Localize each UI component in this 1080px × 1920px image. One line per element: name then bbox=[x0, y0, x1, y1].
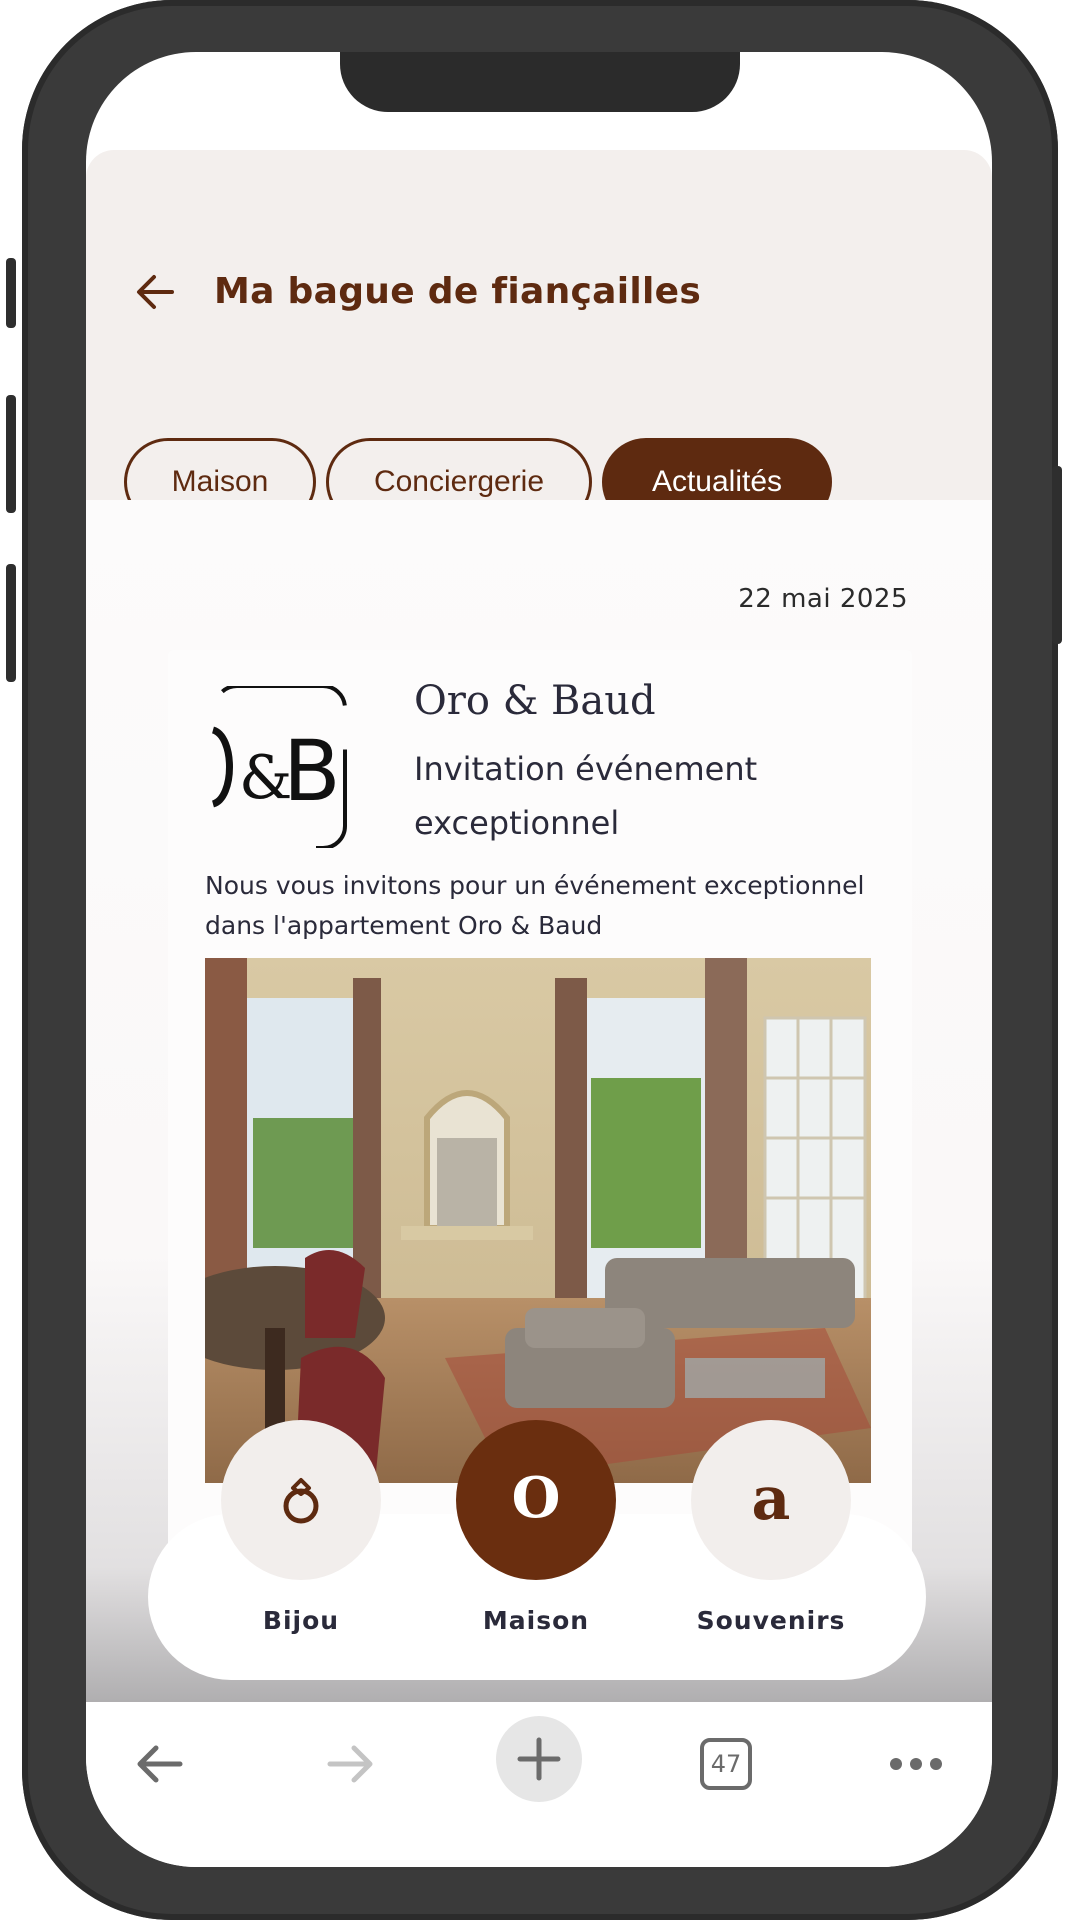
svg-text:O: O bbox=[512, 1465, 561, 1531]
nav-bijou[interactable]: Bijou bbox=[221, 1420, 381, 1635]
post-subtitle: Invitation événement exceptionnel bbox=[414, 750, 758, 842]
post-date: 22 mai 2025 bbox=[738, 584, 908, 614]
volume-down-button bbox=[6, 564, 16, 682]
volume-up-button bbox=[6, 395, 16, 513]
browser-toolbar: 47 bbox=[86, 1702, 992, 1867]
nav-souvenirs[interactable]: a Souvenirs bbox=[691, 1420, 851, 1635]
oro-baud-logo: & B bbox=[205, 684, 355, 850]
post-brand: Oro & Baud bbox=[414, 678, 656, 724]
svg-text:B: B bbox=[283, 722, 341, 820]
action-button bbox=[6, 258, 16, 328]
a-monogram-icon: a bbox=[691, 1420, 851, 1580]
more-menu-icon[interactable] bbox=[876, 1724, 956, 1804]
bottom-nav: Bijou O Maison a Souvenirs bbox=[148, 1420, 926, 1680]
tab-count: 47 bbox=[700, 1738, 752, 1790]
post-description: Nous vous invitons pour un événement exc… bbox=[205, 871, 865, 940]
o-monogram-icon: O bbox=[456, 1420, 616, 1580]
new-tab-plus-icon[interactable] bbox=[496, 1716, 582, 1802]
ring-icon bbox=[221, 1420, 381, 1580]
power-button bbox=[1052, 466, 1062, 644]
nav-maison[interactable]: O Maison bbox=[456, 1420, 616, 1635]
page-title: Ma bague de fiançailles bbox=[214, 271, 702, 312]
app-header: Ma bague de fiançailles Maison Concierge… bbox=[86, 150, 992, 526]
nav-maison-label: Maison bbox=[482, 1606, 590, 1635]
apartment-photo[interactable] bbox=[205, 958, 871, 1483]
browser-forward-icon[interactable] bbox=[310, 1724, 390, 1804]
back-arrow-icon[interactable] bbox=[126, 262, 186, 322]
browser-back-icon[interactable] bbox=[120, 1724, 200, 1804]
nav-souvenirs-label: Souvenirs bbox=[696, 1606, 846, 1635]
phone-screen: Ma bague de fiançailles Maison Concierge… bbox=[86, 52, 992, 1867]
nav-bijou-label: Bijou bbox=[262, 1606, 340, 1635]
svg-text:a: a bbox=[752, 1465, 791, 1534]
tab-switcher-button[interactable]: 47 bbox=[686, 1724, 766, 1804]
notch bbox=[340, 52, 740, 112]
